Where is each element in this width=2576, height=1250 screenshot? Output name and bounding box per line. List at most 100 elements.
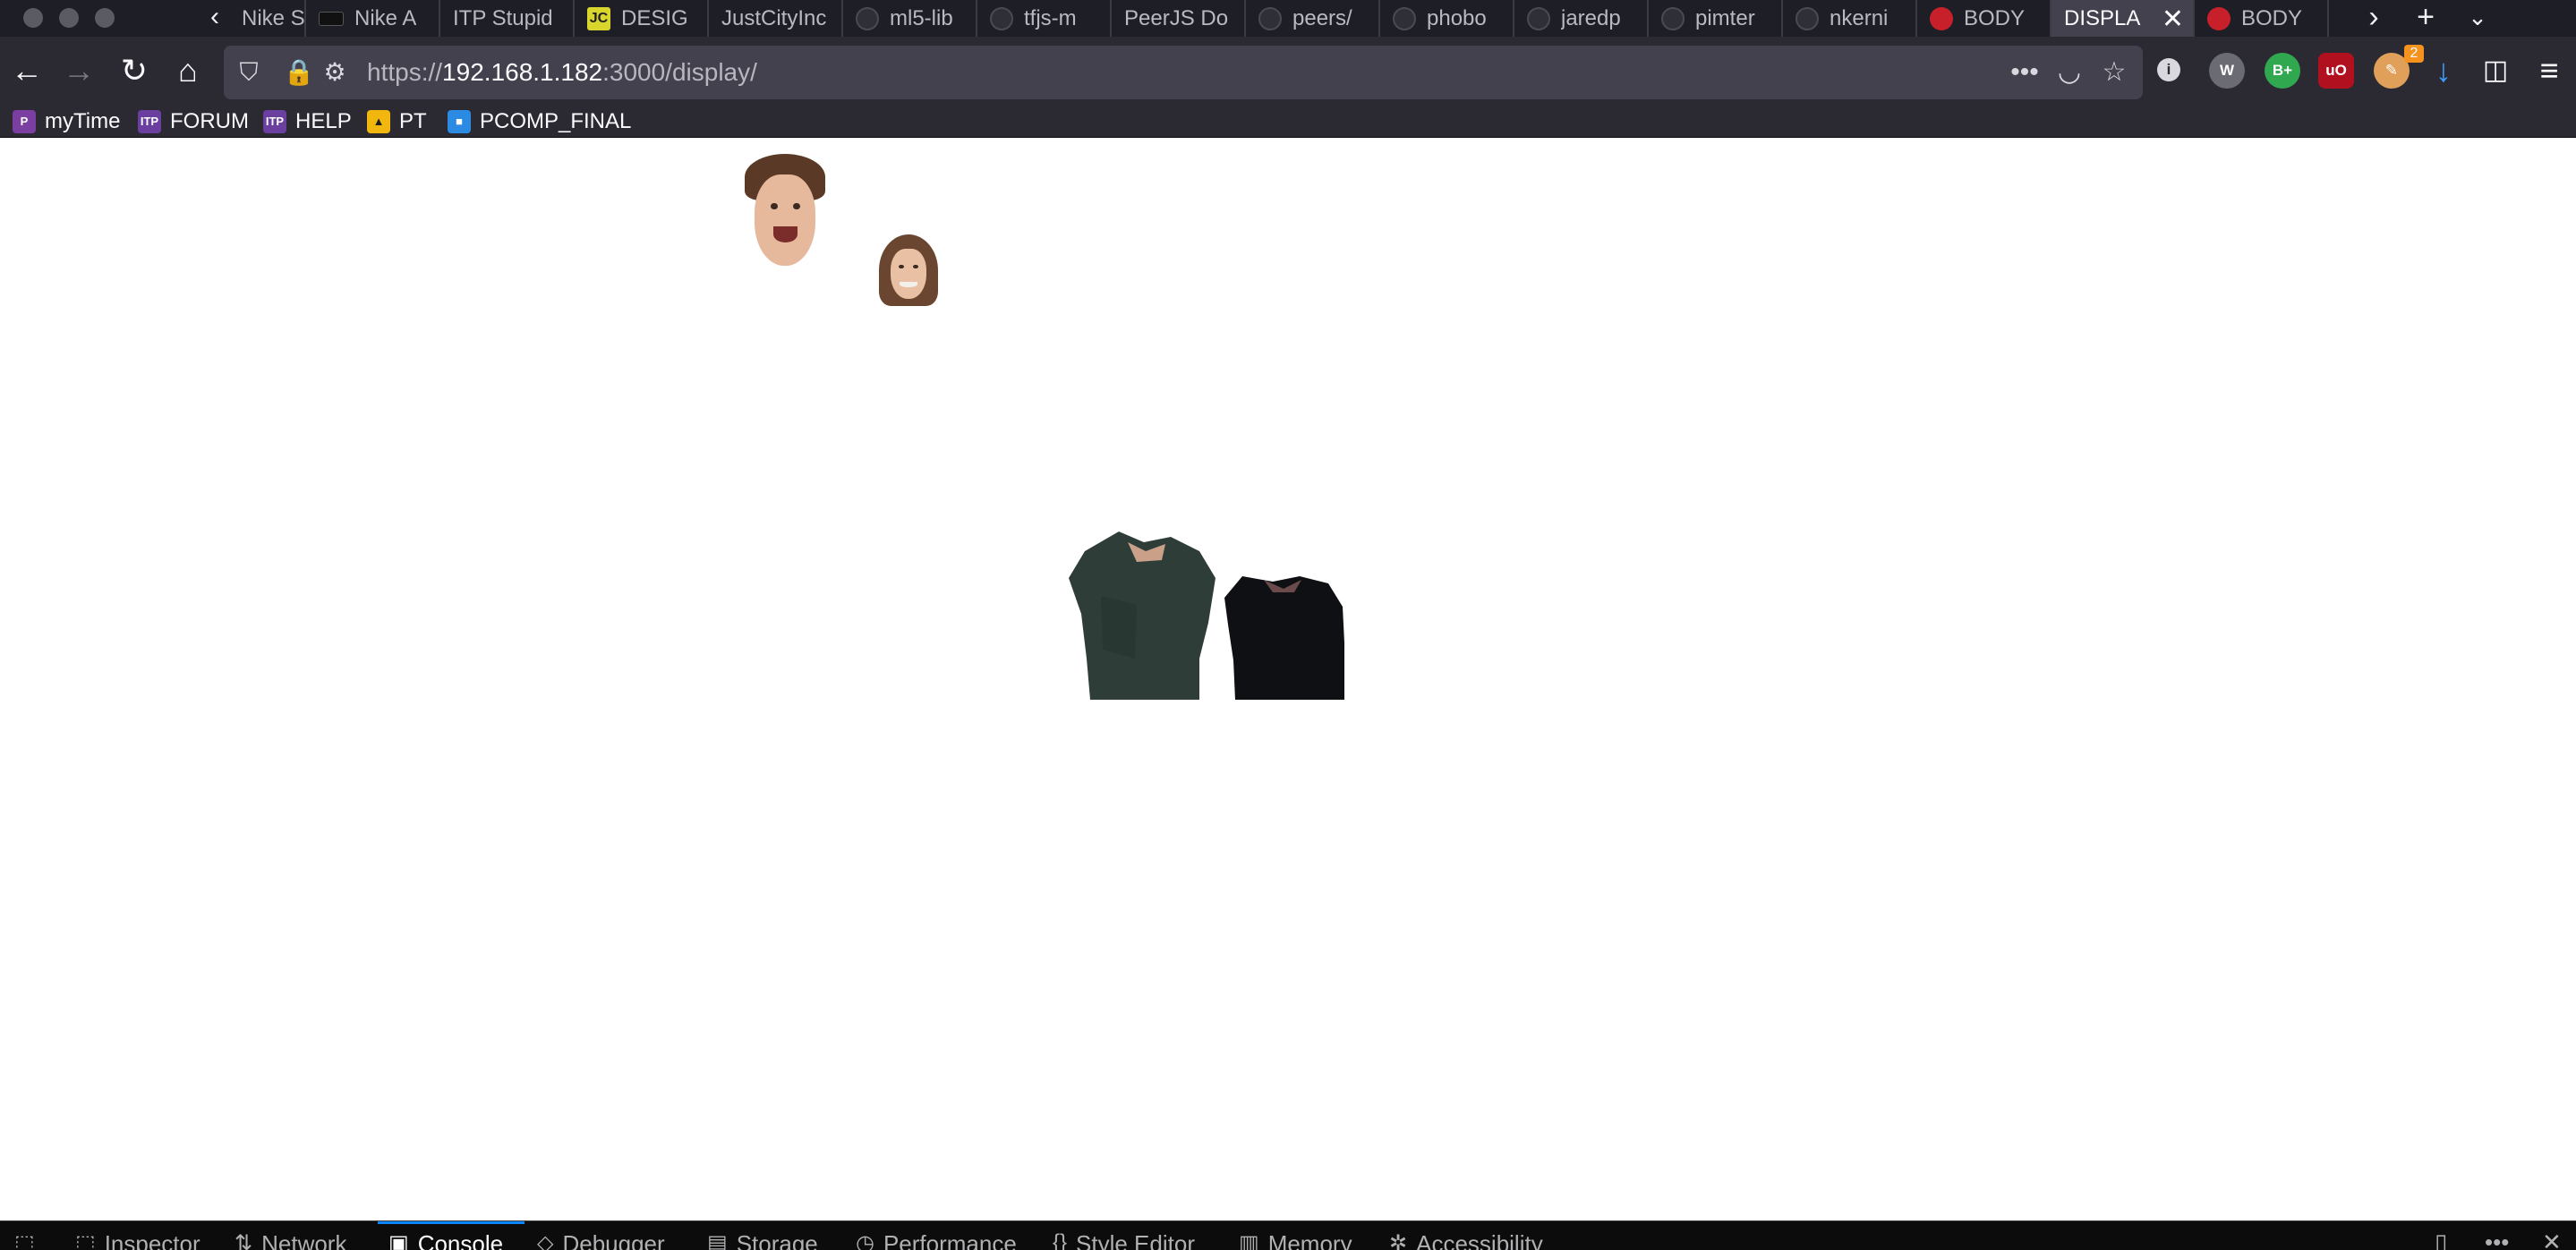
tab-nike-s[interactable]: Nike S — [231, 0, 306, 37]
pick-element-icon: ⬚ — [14, 1231, 35, 1250]
github-icon — [1796, 6, 1819, 30]
github-icon — [1393, 6, 1416, 30]
page-canvas — [0, 138, 2576, 1220]
box-icon: ■ — [448, 110, 471, 133]
bookmark-star-icon[interactable]: ☆ — [2094, 55, 2134, 90]
tab-memory[interactable]: ▥ Memory — [1239, 1221, 1352, 1250]
zoom-window-button[interactable] — [95, 8, 115, 28]
pocket-icon[interactable]: ◡ — [2050, 55, 2089, 90]
tab-inspector[interactable]: ⬚ Inspector — [75, 1221, 200, 1250]
navigation-toolbar: ← → ↻ ⌂ ⛉ 🔒 ⚙ https://192.168.1.182:3000… — [0, 37, 2576, 106]
tab-label: peers/ — [1292, 5, 1352, 30]
bookmark-help[interactable]: ITP HELP — [263, 106, 352, 137]
tab-body-1[interactable]: BODY — [1917, 0, 2051, 37]
tab-network[interactable]: ⇅ Network — [235, 1221, 346, 1250]
face-cutout-person-1 — [745, 154, 825, 270]
home-icon[interactable]: ⌂ — [165, 47, 211, 94]
tab-label: DISPLA — [2064, 5, 2141, 30]
tab-peerjs-docs[interactable]: PeerJS Do — [1112, 0, 1246, 37]
inspector-icon: ⬚ — [75, 1231, 96, 1250]
devtools-tab-label: Inspector — [104, 1230, 200, 1250]
tab-accessibility[interactable]: ✲ Accessibility — [1389, 1221, 1543, 1250]
url-host: 192.168.1.182 — [442, 58, 603, 86]
torso-cutout-person-1 — [1069, 531, 1215, 700]
tab-label: nkerni — [1830, 5, 1889, 30]
github-icon — [856, 6, 879, 30]
tab-nike-a[interactable]: Nike A — [306, 0, 440, 37]
close-window-button[interactable] — [23, 8, 43, 28]
mytime-icon: P — [13, 110, 36, 133]
tab-phobo[interactable]: phobo — [1380, 0, 1514, 37]
devtools-tab-label: Style Editor — [1076, 1230, 1195, 1250]
debugger-icon: ◇ — [537, 1231, 554, 1250]
globe-red-icon — [1930, 6, 1953, 30]
url-path: :3000/display/ — [602, 58, 757, 86]
downloads-icon[interactable]: ↓ — [2420, 47, 2467, 94]
scroll-tabs-left-icon[interactable]: ‹ — [199, 0, 231, 37]
shield-icon[interactable]: ⛉ — [231, 55, 267, 90]
tab-itp-stupid[interactable]: ITP Stupid — [440, 0, 575, 37]
menu-icon[interactable]: ≡ — [2526, 47, 2572, 94]
reload-icon[interactable]: ↻ — [111, 47, 158, 94]
bookmark-pt[interactable]: ▲ PT — [367, 106, 427, 137]
tab-label: Nike S — [242, 5, 304, 30]
bookmark-mytime[interactable]: P myTime — [13, 106, 120, 137]
face — [891, 249, 926, 299]
tab-nkerni[interactable]: nkerni — [1783, 0, 1917, 37]
bookmark-pcomp-final[interactable]: ■ PCOMP_FINAL — [448, 106, 631, 137]
new-tab-icon[interactable]: + — [2406, 0, 2445, 37]
scroll-tabs-right-icon[interactable]: › — [2354, 0, 2393, 37]
tab-label: BODY — [1964, 5, 2026, 30]
tab-tfjs-m[interactable]: tfjs-m — [977, 0, 1112, 37]
b-plus-extension-icon[interactable]: B+ — [2265, 53, 2300, 89]
w-extension-icon[interactable]: W — [2209, 53, 2245, 89]
close-tab-icon[interactable]: ✕ — [2162, 4, 2184, 35]
tab-performance[interactable]: ◷ Performance — [856, 1221, 1017, 1250]
accessibility-icon: ✲ — [1389, 1231, 1408, 1250]
tab-storage[interactable]: ▤ Storage — [707, 1221, 818, 1250]
tab-console[interactable]: ▣ Console — [388, 1221, 503, 1250]
devtools-tab-label: Memory — [1267, 1230, 1352, 1250]
bookmark-forum[interactable]: ITP FORUM — [138, 106, 249, 137]
sidebar-icon[interactable]: ◫ — [2472, 47, 2519, 94]
devtools-tab-label: Performance — [883, 1230, 1017, 1250]
tab-justcityinc[interactable]: JustCityInc — [709, 0, 843, 37]
url-text[interactable]: https://192.168.1.182:3000/display/ — [367, 46, 757, 99]
performance-icon: ◷ — [856, 1231, 874, 1250]
page-actions-icon[interactable]: ••• — [2005, 55, 2044, 90]
tab-pimter[interactable]: pimter — [1649, 0, 1783, 37]
bookmark-label: PCOMP_FINAL — [480, 109, 632, 133]
responsive-design-icon[interactable]: ▯ — [2435, 1229, 2447, 1250]
tab-debugger[interactable]: ◇ Debugger — [537, 1221, 665, 1250]
itp-icon: ITP — [138, 110, 161, 133]
back-icon[interactable]: ← — [4, 47, 50, 94]
face — [754, 174, 816, 266]
tab-ml5-lib[interactable]: ml5-lib — [843, 0, 977, 37]
tab-body-2[interactable]: BODY — [2195, 0, 2329, 37]
bookmarks-toolbar: P myTime ITP FORUM ITP HELP ▲ PT ■ PCOMP… — [0, 106, 2576, 138]
close-devtools-icon[interactable]: ✕ — [2542, 1229, 2562, 1250]
list-all-tabs-icon[interactable]: ⌄ — [2458, 0, 2497, 37]
minimize-window-button[interactable] — [59, 8, 79, 28]
pt-icon: ▲ — [367, 110, 390, 133]
tab-label: ml5-lib — [890, 5, 953, 30]
url-bar[interactable]: ⛉ 🔒 ⚙ https://192.168.1.182:3000/display… — [224, 46, 2143, 99]
forward-icon[interactable]: → — [55, 47, 102, 94]
style-editor-icon: {} — [1053, 1230, 1068, 1250]
tab-display-active[interactable]: DISPLA ✕ — [2051, 0, 2195, 37]
lock-warning-icon[interactable]: 🔒 — [281, 55, 317, 90]
tab-peers[interactable]: peers/ — [1246, 0, 1380, 37]
ublock-extension-icon[interactable]: uO — [2318, 53, 2354, 89]
face-cutout-person-2 — [879, 234, 938, 306]
itp-icon: ITP — [263, 110, 286, 133]
permissions-icon[interactable]: ⚙ — [317, 55, 353, 90]
tab-jaredp[interactable]: jaredp — [1514, 0, 1649, 37]
tab-style-editor[interactable]: {} Style Editor — [1053, 1221, 1195, 1250]
tab-design[interactable]: JC DESIG — [575, 0, 709, 37]
devtools-pick-element-icon[interactable]: ⬚ — [14, 1221, 44, 1250]
info-extension-icon[interactable]: i — [2157, 58, 2180, 81]
tab-label: PeerJS Do — [1124, 5, 1229, 30]
devtools-options-icon[interactable]: ••• — [2485, 1229, 2509, 1250]
nike-icon — [319, 11, 344, 26]
devtools-toolbar: ⬚ ⬚ Inspector ⇅ Network ▣ Console ◇ Debu… — [0, 1220, 2576, 1250]
